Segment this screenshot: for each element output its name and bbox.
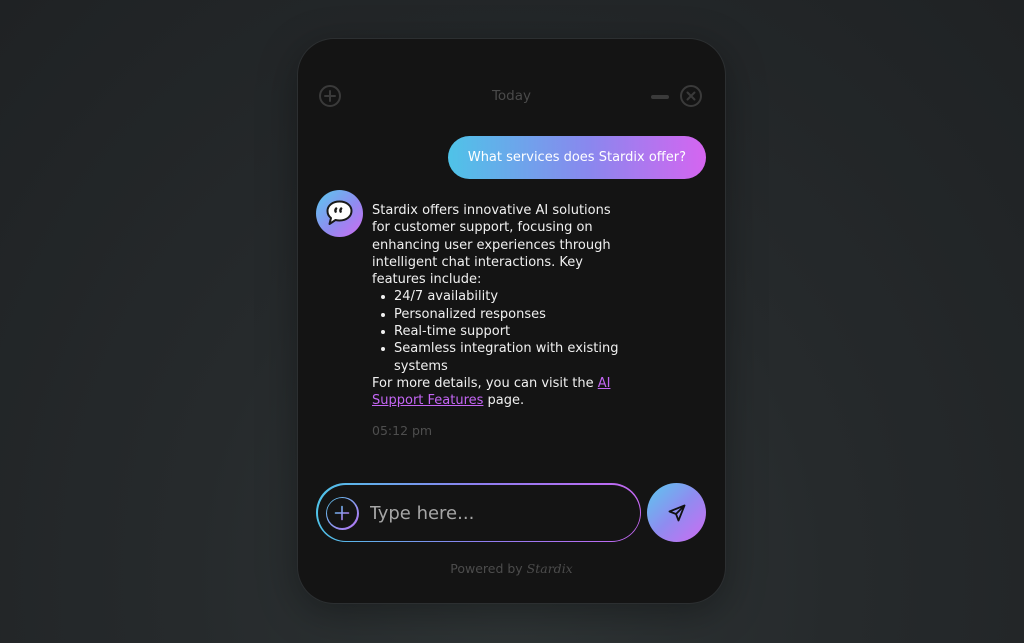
feature-list: 24/7 availability Personalized responses…	[372, 288, 632, 374]
feature-item: 24/7 availability	[381, 288, 632, 305]
bot-avatar	[316, 190, 363, 237]
message-input[interactable]	[367, 484, 627, 543]
message-composer	[316, 483, 641, 543]
bot-message-outro: For more details, you can visit the AI S…	[372, 375, 632, 410]
powered-by-prefix: Powered by	[450, 561, 527, 576]
powered-by: Powered by Stardix	[298, 561, 725, 576]
message-timestamp: 05:12 pm	[372, 423, 433, 438]
chat-widget: Today What services does Stardix offer? …	[298, 39, 725, 603]
bot-message: Stardix offers innovative AI solutions f…	[372, 202, 632, 410]
feature-item: Real-time support	[381, 323, 632, 340]
attach-button-inner	[327, 498, 357, 528]
close-circle-icon	[686, 91, 696, 101]
outro-prefix: For more details, you can visit the	[372, 375, 598, 391]
send-icon	[668, 504, 685, 521]
feature-item: Personalized responses	[381, 306, 632, 323]
minimize-button[interactable]	[651, 95, 669, 99]
feature-item: Seamless integration with existing syste…	[381, 340, 632, 375]
composer-inner	[317, 484, 640, 543]
outro-suffix: page.	[483, 393, 525, 409]
user-message-bubble: What services does Stardix offer?	[447, 136, 706, 179]
close-button[interactable]	[680, 85, 702, 107]
plus-circle-icon	[334, 505, 350, 521]
user-message-text: What services does Stardix offer?	[467, 150, 686, 165]
attach-button[interactable]	[325, 496, 359, 530]
send-button[interactable]	[647, 483, 706, 542]
brand-name: Stardix	[526, 561, 573, 576]
speech-bubble-icon	[326, 200, 353, 225]
bot-message-intro: Stardix offers innovative AI solutions f…	[372, 203, 611, 288]
